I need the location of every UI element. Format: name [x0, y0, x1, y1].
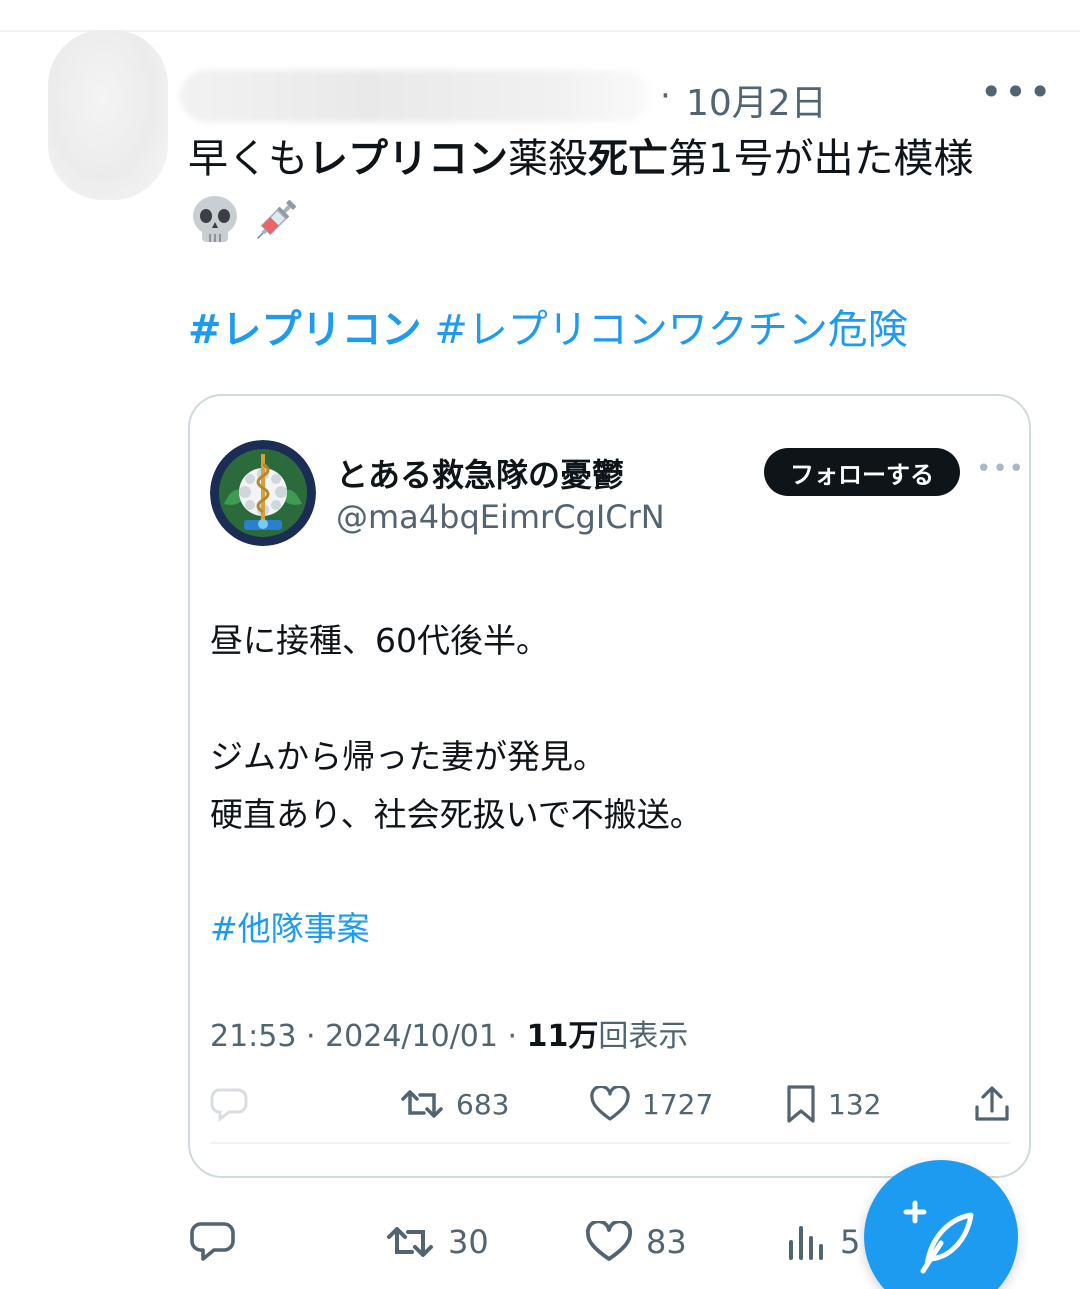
syringe-icon	[257, 199, 297, 239]
embedded-share-button[interactable]	[974, 1076, 1010, 1132]
embedded-retweet-count: 683	[456, 1087, 510, 1121]
embedded-bookmark-count: 132	[828, 1087, 882, 1121]
more-options-icon[interactable]: •••	[980, 70, 1053, 114]
post-text-bold: 死亡	[588, 136, 668, 182]
hashtag-link[interactable]: #レプリコン	[188, 307, 422, 353]
redacted-avatar[interactable]	[48, 30, 168, 200]
reply-icon	[190, 1222, 235, 1261]
retweet-button[interactable]: 30	[386, 1210, 489, 1274]
embedded-like-count: 1727	[642, 1087, 714, 1121]
embedded-views-count: 11万	[526, 1019, 599, 1054]
hashtag-row: #レプリコン #レプリコンワクチン危険	[188, 304, 908, 356]
heart-icon	[590, 1086, 630, 1121]
embedded-handle[interactable]: @ma4bqEimrCgICrN	[336, 498, 665, 536]
embedded-reply-button[interactable]	[210, 1076, 248, 1132]
post-text: 早くもレプリコン薬殺死亡第1号が出た模様	[188, 133, 973, 185]
embedded-text-line: 硬直あり、社会死扱いで不搬送。	[210, 795, 703, 834]
post-text-part: 早くも	[188, 136, 308, 182]
embedded-text-line: ジムから帰った妻が発見。	[210, 737, 606, 776]
embedded-timestamp-views: 21:53 · 2024/10/01 · 11万回表示	[210, 1011, 688, 1055]
date-separator: ·	[660, 76, 671, 116]
retweet-icon	[387, 1227, 433, 1257]
embedded-more-icon[interactable]: •••	[976, 454, 1025, 484]
redacted-username[interactable]	[180, 70, 650, 122]
top-divider	[0, 30, 1080, 32]
fire-department-emblem-icon	[210, 440, 316, 546]
compose-post-button[interactable]	[864, 1160, 1018, 1289]
embedded-views-label: 回表示	[598, 1019, 689, 1054]
like-count: 83	[646, 1223, 687, 1261]
hashtag-link[interactable]: #レプリコンワクチン危険	[434, 307, 908, 353]
views-chart-icon	[789, 1226, 823, 1260]
embedded-divider	[210, 1142, 1010, 1144]
emoji-row	[190, 192, 302, 248]
share-icon	[975, 1086, 1009, 1121]
embedded-action-bar: 683 1727 132	[190, 1076, 1033, 1132]
embedded-retweet-button[interactable]: 683	[400, 1076, 509, 1132]
like-button[interactable]: 83	[586, 1210, 687, 1274]
embedded-avatar[interactable]	[210, 440, 316, 546]
views-button[interactable]: 5	[786, 1210, 860, 1274]
skull-icon	[193, 196, 237, 242]
reply-button[interactable]	[190, 1210, 236, 1274]
heart-icon	[586, 1221, 632, 1261]
embedded-hashtag[interactable]: #他隊事案	[210, 902, 370, 950]
bookmark-icon	[787, 1085, 815, 1123]
post-text-part: 薬殺	[508, 136, 588, 182]
embedded-like-button[interactable]: 1727	[590, 1076, 713, 1132]
views-count: 5	[840, 1223, 861, 1261]
post-date[interactable]: 10月2日	[686, 74, 827, 126]
reply-icon	[210, 1088, 248, 1122]
post-text-bold: レプリコン	[308, 136, 508, 182]
retweet-count: 30	[448, 1223, 489, 1261]
embedded-display-name[interactable]: とある救急隊の憂鬱	[336, 450, 624, 496]
embedded-bookmark-button[interactable]: 132	[786, 1076, 881, 1132]
post-text-part: 第1号が出た模様	[668, 136, 974, 182]
embedded-timestamp: 21:53 · 2024/10/01 ·	[210, 1019, 527, 1054]
compose-feather-icon	[903, 1200, 974, 1274]
embedded-text-line: 昼に接種、60代後半。	[210, 621, 549, 660]
retweet-icon	[401, 1090, 443, 1118]
embedded-tweet-card[interactable]: とある救急隊の憂鬱 @ma4bqEimrCgICrN フォローする ••• 昼に…	[188, 394, 1031, 1178]
follow-button[interactable]: フォローする	[764, 448, 960, 496]
